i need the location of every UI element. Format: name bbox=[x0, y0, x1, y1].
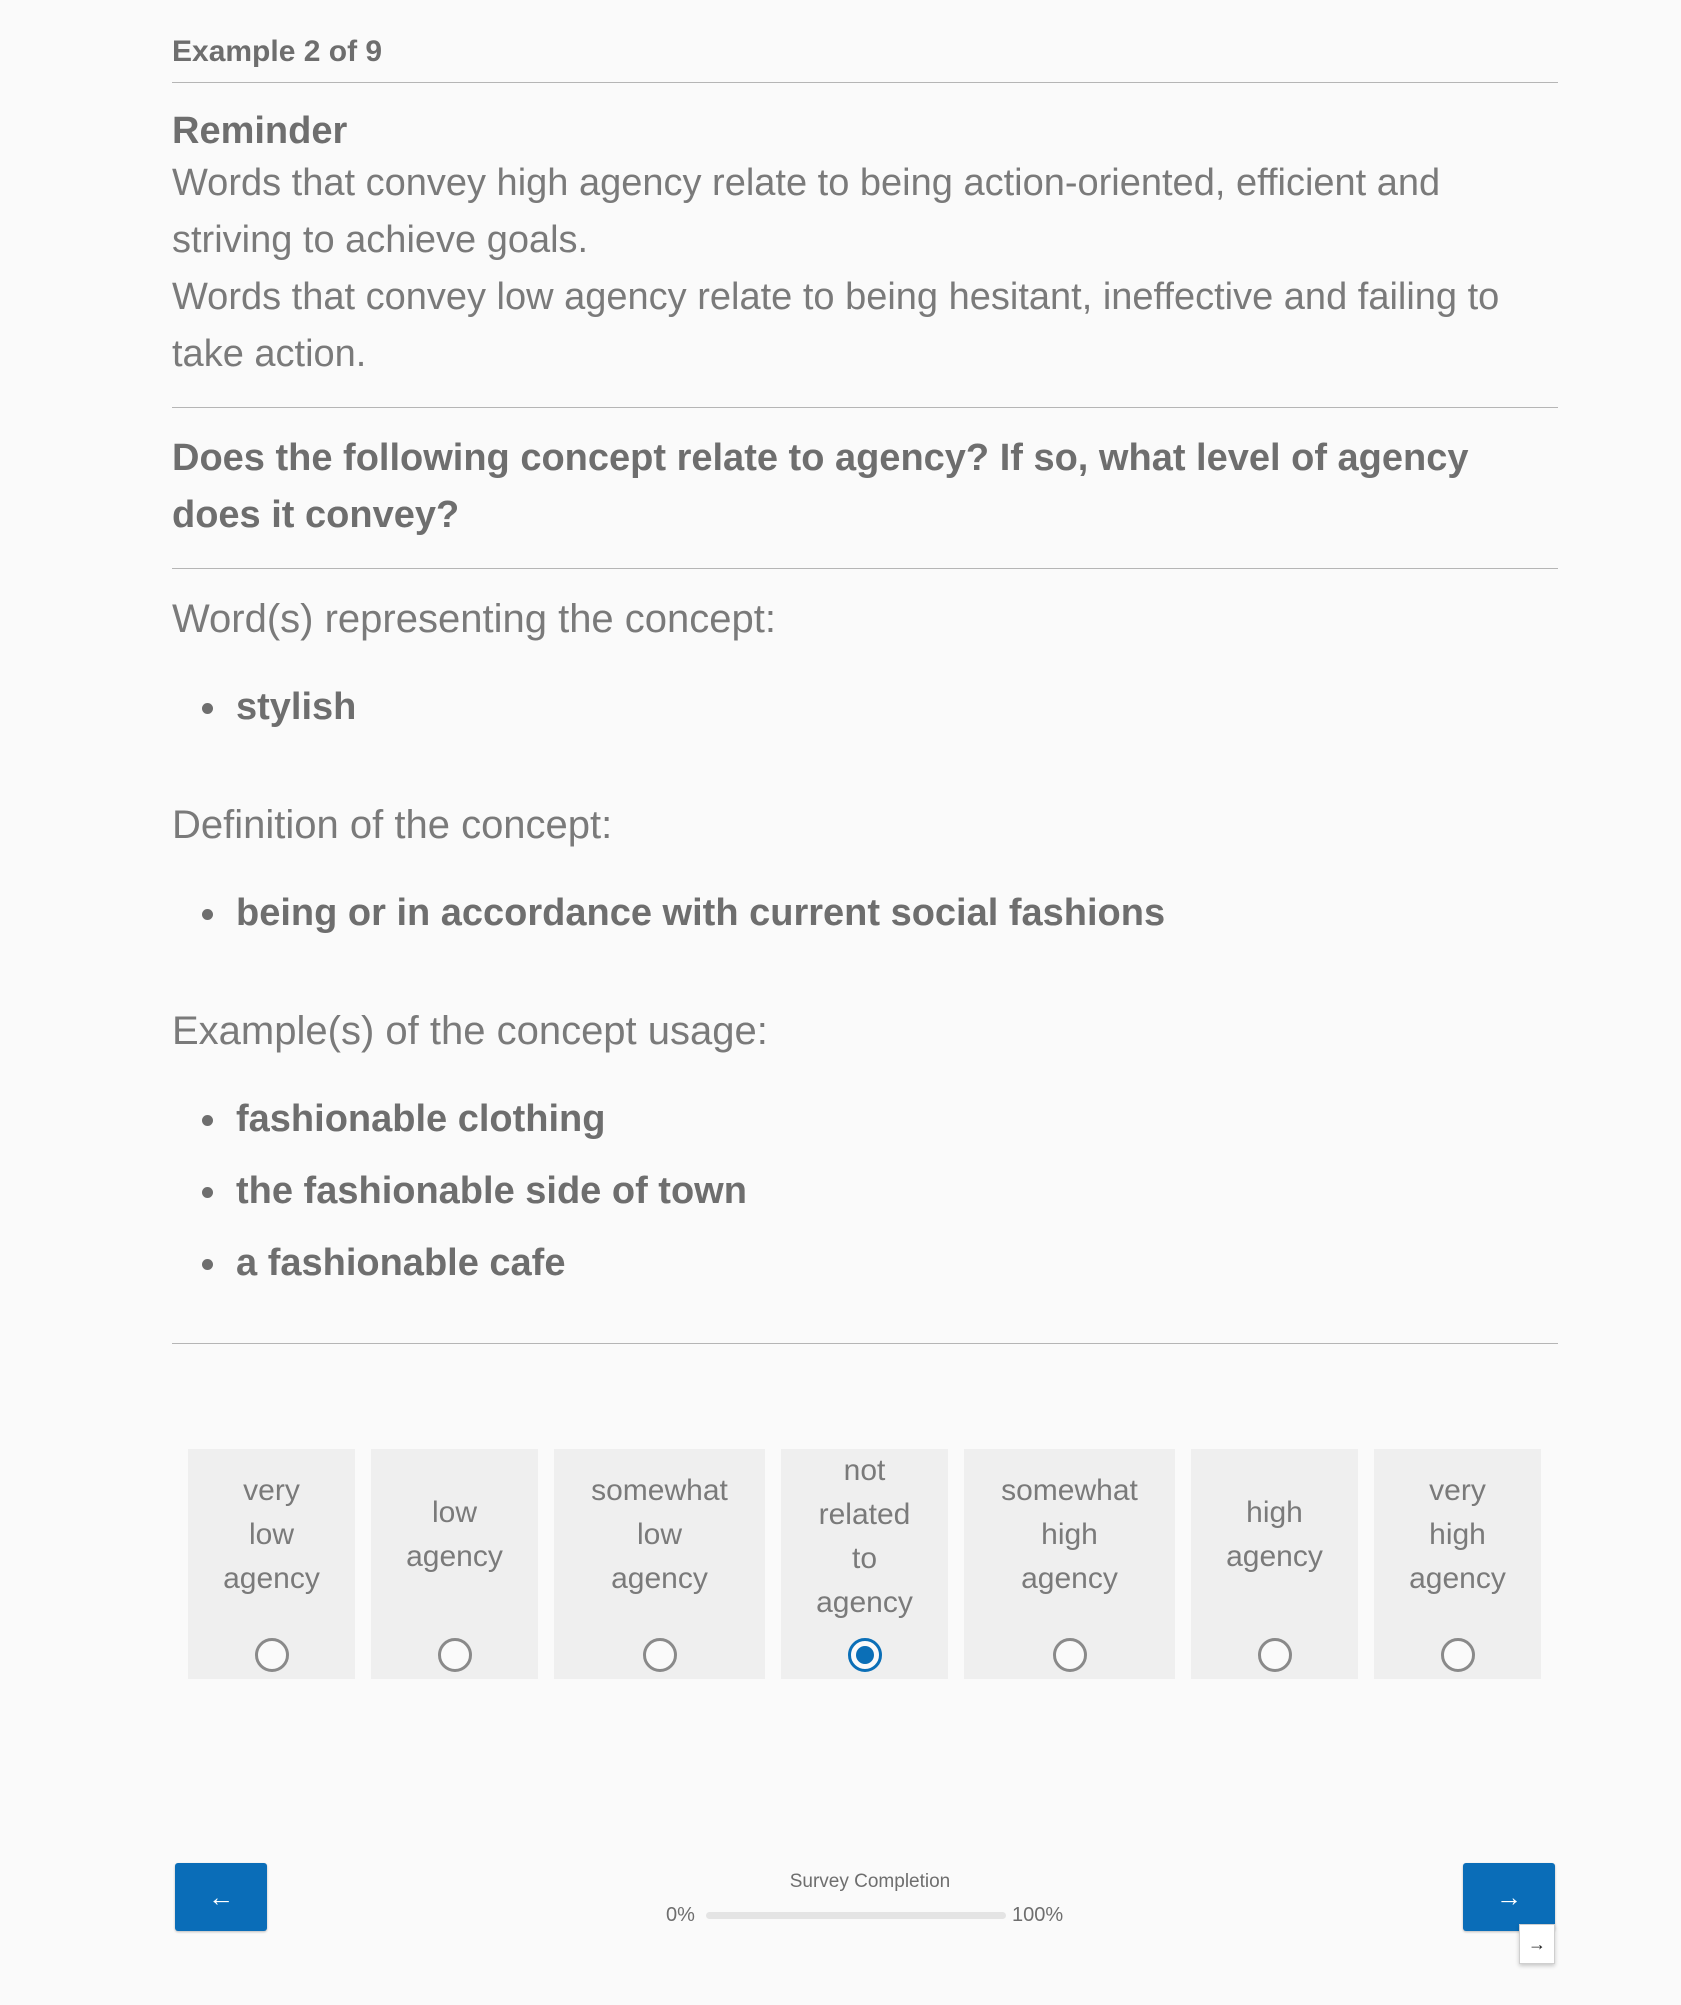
scale-option-label: somewhat low agency bbox=[554, 1469, 765, 1601]
scale-option-label: somewhat high agency bbox=[964, 1469, 1175, 1601]
concept-section: Word(s) representing the concept: stylis… bbox=[172, 569, 1558, 1299]
reminder-block: Reminder Words that convey high agency r… bbox=[172, 83, 1558, 407]
label-line: to bbox=[851, 1542, 878, 1575]
scale-option-label: low agency bbox=[371, 1491, 538, 1579]
label-line: somewhat bbox=[1001, 1474, 1138, 1507]
list-item: stylish bbox=[202, 671, 1558, 743]
scale-option-high-agency[interactable]: high agency bbox=[1191, 1449, 1358, 1679]
label-line: agency bbox=[1226, 1540, 1323, 1573]
radio-button[interactable] bbox=[1052, 1638, 1087, 1672]
label-line: very bbox=[243, 1474, 300, 1507]
next-button[interactable]: → bbox=[1463, 1863, 1555, 1931]
scale-option-somewhat-high-agency[interactable]: somewhat high agency bbox=[964, 1449, 1175, 1679]
scale-option-very-low-agency[interactable]: very low agency bbox=[188, 1449, 355, 1679]
list-item: the fashionable side of town bbox=[202, 1155, 1558, 1227]
example-counter: Example 2 of 9 bbox=[172, 35, 383, 68]
reminder-title: Reminder bbox=[172, 110, 348, 152]
progress-row: 0% 100% bbox=[660, 1902, 1080, 1928]
examples-list: fashionable clothing the fashionable sid… bbox=[172, 1083, 1558, 1299]
scale-option-somewhat-low-agency[interactable]: somewhat low agency bbox=[554, 1449, 765, 1679]
label-line: agency bbox=[1409, 1562, 1506, 1595]
label-line: high bbox=[1429, 1518, 1486, 1551]
reminder-low-agency-text: Words that convey low agency relate to b… bbox=[172, 276, 1500, 375]
progress-bar bbox=[706, 1912, 1006, 1919]
progress-max-label: 100% bbox=[1012, 1904, 1064, 1926]
scale-option-not-related-to-agency[interactable]: not related to agency bbox=[781, 1449, 948, 1679]
label-line: low bbox=[636, 1518, 682, 1551]
scale-option-low-agency[interactable]: low agency bbox=[371, 1449, 538, 1679]
scale-option-very-high-agency[interactable]: very high agency bbox=[1374, 1449, 1541, 1679]
label-line: agency bbox=[1021, 1562, 1118, 1595]
scale-option-label: very high agency bbox=[1374, 1469, 1541, 1601]
label-line: agency bbox=[223, 1562, 320, 1595]
scale-option-label: very low agency bbox=[188, 1469, 355, 1601]
scale-option-label: high agency bbox=[1191, 1491, 1358, 1579]
label-line: high bbox=[1041, 1518, 1098, 1551]
words-label: Word(s) representing the concept: bbox=[172, 597, 777, 641]
divider bbox=[172, 1343, 1558, 1344]
list-item: fashionable clothing bbox=[202, 1083, 1558, 1155]
definition-list: being or in accordance with current soci… bbox=[172, 877, 1558, 949]
survey-content: Example 2 of 9 Reminder Words that conve… bbox=[172, 0, 1558, 1344]
progress-caption: Survey Completion bbox=[789, 1871, 951, 1892]
radio-button[interactable] bbox=[642, 1638, 677, 1672]
label-line: very bbox=[1429, 1474, 1486, 1507]
label-line: agency bbox=[406, 1540, 503, 1573]
list-item: being or in accordance with current soci… bbox=[202, 877, 1558, 949]
radio-button[interactable] bbox=[254, 1638, 289, 1672]
question-text: Does the following concept relate to age… bbox=[172, 437, 1469, 536]
words-list: stylish bbox=[172, 671, 1558, 743]
label-line: agency bbox=[611, 1562, 708, 1595]
label-line: related bbox=[818, 1498, 911, 1531]
back-button[interactable]: ← bbox=[175, 1863, 267, 1931]
label-line: low bbox=[248, 1518, 294, 1551]
definition-label: Definition of the concept: bbox=[172, 803, 613, 847]
label-line: somewhat bbox=[591, 1474, 728, 1507]
radio-button[interactable] bbox=[437, 1638, 472, 1672]
label-line: high bbox=[1246, 1496, 1303, 1529]
label-line: not bbox=[843, 1454, 886, 1487]
label-line: agency bbox=[816, 1586, 913, 1619]
radio-button-selected[interactable] bbox=[847, 1638, 882, 1672]
examples-label: Example(s) of the concept usage: bbox=[172, 1009, 768, 1053]
reminder-high-agency-text: Words that convey high agency relate to … bbox=[172, 162, 1441, 261]
survey-progress: Survey Completion 0% 100% bbox=[660, 1868, 1080, 1928]
label-line: low bbox=[431, 1496, 477, 1529]
list-item: a fashionable cafe bbox=[202, 1227, 1558, 1299]
radio-button[interactable] bbox=[1440, 1638, 1475, 1672]
progress-min-label: 0% bbox=[666, 1904, 695, 1926]
next-tooltip: → bbox=[1519, 1924, 1555, 1964]
radio-button[interactable] bbox=[1257, 1638, 1292, 1672]
scale-option-label: not related to agency bbox=[781, 1449, 948, 1625]
